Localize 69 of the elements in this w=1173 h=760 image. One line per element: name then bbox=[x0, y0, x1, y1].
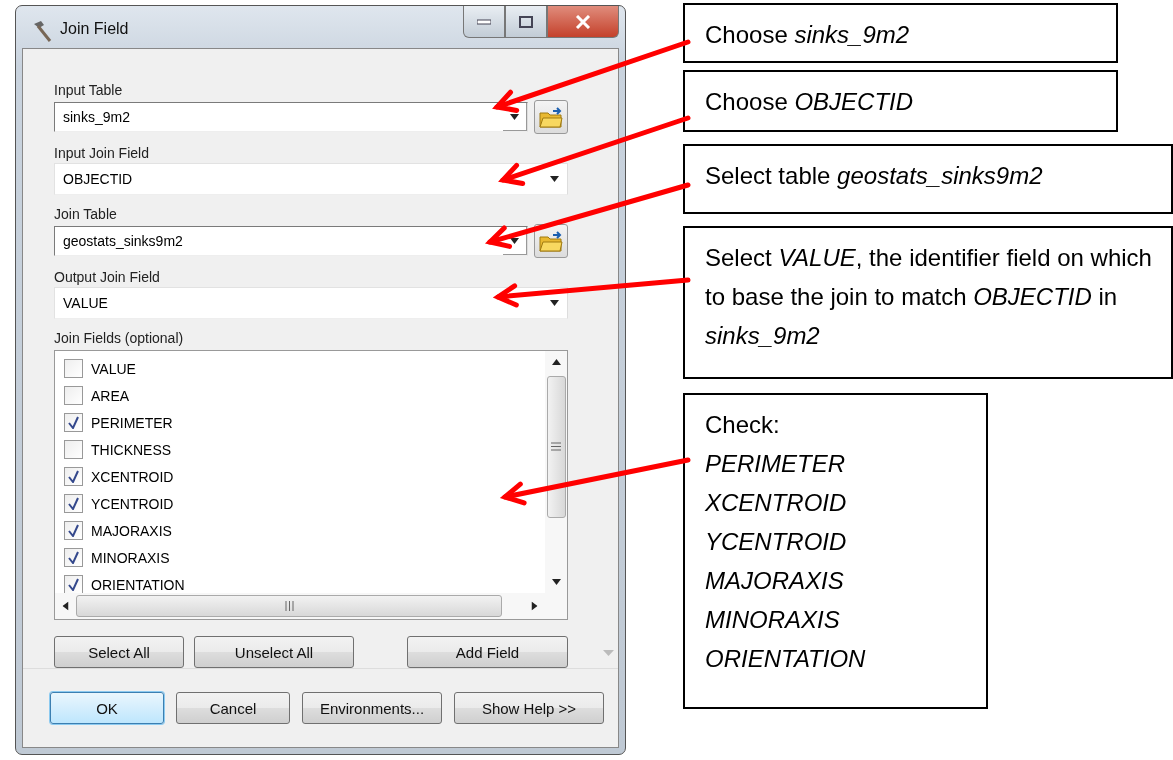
field-name: ORIENTATION bbox=[91, 576, 185, 593]
check-icon bbox=[68, 551, 79, 564]
caret-down-icon bbox=[549, 176, 559, 182]
vertical-scrollbar[interactable] bbox=[545, 351, 567, 593]
dropdown[interactable]: OBJECTID bbox=[54, 163, 568, 195]
callout-note: Select VALUE, the identifier field on which to base the join to match OBJECTID in sinks_9m2 bbox=[683, 226, 1173, 379]
callout-note: Select table geostats_sinks9m2 bbox=[683, 144, 1173, 214]
checkbox[interactable] bbox=[64, 575, 83, 593]
field-name: MAJORAXIS bbox=[91, 522, 172, 539]
check-icon bbox=[68, 578, 79, 591]
field-name: YCENTROID bbox=[91, 495, 174, 512]
caret-down-icon bbox=[602, 650, 614, 656]
select-all-button[interactable]: Select All bbox=[54, 636, 184, 668]
field-name: AREA bbox=[91, 387, 130, 404]
field-name: PERIMETER bbox=[91, 414, 173, 431]
field-label: Input Join Field bbox=[54, 144, 150, 163]
checkbox[interactable] bbox=[64, 413, 83, 432]
field-name: MINORAXIS bbox=[91, 549, 170, 566]
caret-right-icon bbox=[531, 601, 538, 611]
add-field-button[interactable]: Add Field bbox=[407, 636, 568, 668]
caret-down-icon bbox=[551, 578, 561, 585]
checkbox[interactable] bbox=[64, 359, 83, 378]
close-button[interactable] bbox=[547, 6, 619, 38]
window-title: Join Field bbox=[60, 20, 129, 38]
caret-up-icon bbox=[551, 359, 561, 365]
callout-note: Choose OBJECTID bbox=[683, 70, 1118, 132]
field-label: Output Join Field bbox=[54, 268, 161, 287]
check-icon bbox=[68, 497, 79, 510]
field-name: THICKNESS bbox=[91, 441, 172, 458]
checkbox[interactable] bbox=[64, 521, 83, 540]
field-label: Input Table bbox=[54, 81, 124, 100]
minimize-button[interactable] bbox=[463, 6, 505, 38]
caret-down-icon bbox=[510, 113, 519, 120]
field-name: XCENTROID bbox=[91, 468, 174, 485]
check-icon bbox=[68, 416, 79, 429]
maximize-button[interactable] bbox=[505, 6, 547, 38]
horizontal-scrollbar[interactable] bbox=[55, 593, 545, 619]
unselect-all-button[interactable]: Unselect All bbox=[194, 636, 354, 668]
caret-down-icon bbox=[510, 237, 519, 244]
folder-icon bbox=[539, 106, 563, 128]
combo-box[interactable]: sinks_9m2 bbox=[54, 102, 528, 132]
callout-note: Check: PERIMETER XCENTROID YCENTROID MAJORAXIS MINORAXIS ORIENTATION bbox=[683, 393, 988, 709]
maximize-icon bbox=[519, 15, 533, 28]
checkbox[interactable] bbox=[64, 386, 83, 405]
close-icon bbox=[575, 14, 591, 29]
check-icon bbox=[68, 524, 79, 537]
dialog-button[interactable]: Show Help >> bbox=[454, 692, 604, 724]
grip-icon bbox=[551, 442, 561, 452]
field-label: Join Table bbox=[54, 205, 118, 224]
check-icon bbox=[68, 470, 79, 483]
field-name: VALUE bbox=[91, 360, 136, 377]
checkbox[interactable] bbox=[64, 548, 83, 567]
dialog-button[interactable]: OK bbox=[50, 692, 164, 724]
dialog-button[interactable]: Cancel bbox=[176, 692, 290, 724]
checkbox[interactable] bbox=[64, 440, 83, 459]
checkbox[interactable] bbox=[64, 467, 83, 486]
folder-icon bbox=[539, 230, 563, 252]
browse-button[interactable] bbox=[534, 224, 568, 258]
callout-note: Choose sinks_9m2 bbox=[683, 3, 1118, 63]
combo-box[interactable]: geostats_sinks9m2 bbox=[54, 226, 528, 256]
grip-icon bbox=[284, 601, 294, 611]
minimize-icon bbox=[477, 18, 491, 25]
caret-left-icon bbox=[62, 601, 69, 611]
dropdown[interactable]: VALUE bbox=[54, 287, 568, 319]
checkbox[interactable] bbox=[64, 494, 83, 513]
caret-down-icon bbox=[549, 300, 559, 306]
field-label: Join Fields (optional) bbox=[54, 329, 185, 348]
browse-button[interactable] bbox=[534, 100, 568, 134]
dialog-button[interactable]: Environments... bbox=[302, 692, 442, 724]
